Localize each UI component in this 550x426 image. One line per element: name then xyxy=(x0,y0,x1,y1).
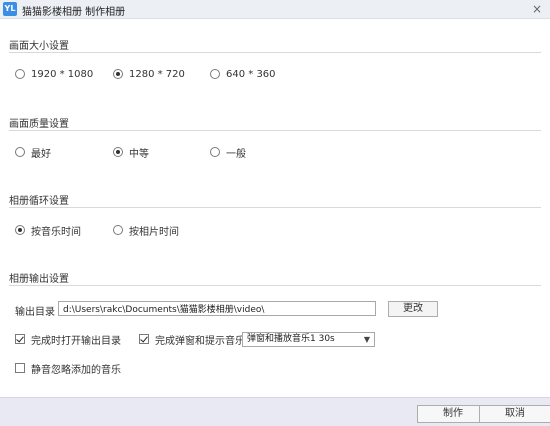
loop-option-music[interactable]: 按音乐时间 xyxy=(15,223,81,238)
notify-select[interactable]: 弹窗和播放音乐1 30s ▼ xyxy=(242,332,375,347)
notify-option[interactable]: 完成弹窗和提示音乐 xyxy=(139,332,245,347)
notify-label: 完成弹窗和提示音乐 xyxy=(155,335,245,347)
notify-checkbox[interactable] xyxy=(139,334,149,344)
size-divider xyxy=(9,52,541,53)
radio-indicator[interactable] xyxy=(15,225,25,235)
mute-label: 静音忽略添加的音乐 xyxy=(31,364,121,376)
notify-select-value: 弹窗和播放音乐1 30s xyxy=(247,334,335,344)
title-bar: YL 猫猫影楼相册 制作相册 × xyxy=(0,0,550,19)
quality-option-normal[interactable]: 一般 xyxy=(210,145,246,160)
size-option-1920[interactable]: 1920 * 1080 xyxy=(15,67,93,81)
radio-indicator[interactable] xyxy=(15,147,25,157)
radio-indicator[interactable] xyxy=(15,69,25,79)
quality-option-medium[interactable]: 中等 xyxy=(113,145,149,160)
loop-section-title: 相册循环设置 xyxy=(9,196,69,207)
quality-section-title: 画面质量设置 xyxy=(9,119,69,130)
quality-option-best[interactable]: 最好 xyxy=(15,145,51,160)
open-after-checkbox[interactable] xyxy=(15,334,25,344)
app-logo: YL xyxy=(3,2,17,16)
radio-label: 最好 xyxy=(31,148,51,160)
mute-option[interactable]: 静音忽略添加的音乐 xyxy=(15,361,121,376)
window-title: 猫猫影楼相册 制作相册 xyxy=(22,7,126,18)
radio-label: 1920 * 1080 xyxy=(31,68,94,80)
output-divider xyxy=(9,285,541,286)
radio-label: 按音乐时间 xyxy=(31,226,81,238)
radio-label: 1280 * 720 xyxy=(129,68,185,80)
radio-indicator[interactable] xyxy=(210,69,220,79)
size-option-1280[interactable]: 1280 * 720 xyxy=(113,67,185,81)
radio-label: 一般 xyxy=(226,148,246,160)
open-after-option[interactable]: 完成时打开输出目录 xyxy=(15,332,121,347)
output-section-title: 相册输出设置 xyxy=(9,274,69,285)
cancel-button[interactable]: 取消 xyxy=(479,405,550,423)
radio-label: 中等 xyxy=(129,148,149,160)
size-section-title: 画面大小设置 xyxy=(9,41,69,52)
radio-label: 按相片时间 xyxy=(129,226,179,238)
size-option-640[interactable]: 640 * 360 xyxy=(210,67,276,81)
radio-indicator[interactable] xyxy=(210,147,220,157)
quality-divider xyxy=(9,130,541,131)
close-icon[interactable]: × xyxy=(530,2,544,16)
open-after-label: 完成时打开输出目录 xyxy=(31,335,121,347)
chevron-down-icon: ▼ xyxy=(363,335,370,344)
change-dir-button[interactable]: 更改 xyxy=(388,301,438,317)
mute-checkbox[interactable] xyxy=(15,363,25,373)
output-dir-input[interactable] xyxy=(58,301,376,316)
radio-label: 640 * 360 xyxy=(226,68,276,80)
loop-option-photo[interactable]: 按相片时间 xyxy=(113,223,179,238)
radio-indicator[interactable] xyxy=(113,69,123,79)
output-dir-label: 输出目录 xyxy=(15,307,55,318)
loop-divider xyxy=(9,207,541,208)
radio-indicator[interactable] xyxy=(113,147,123,157)
radio-indicator[interactable] xyxy=(113,225,123,235)
